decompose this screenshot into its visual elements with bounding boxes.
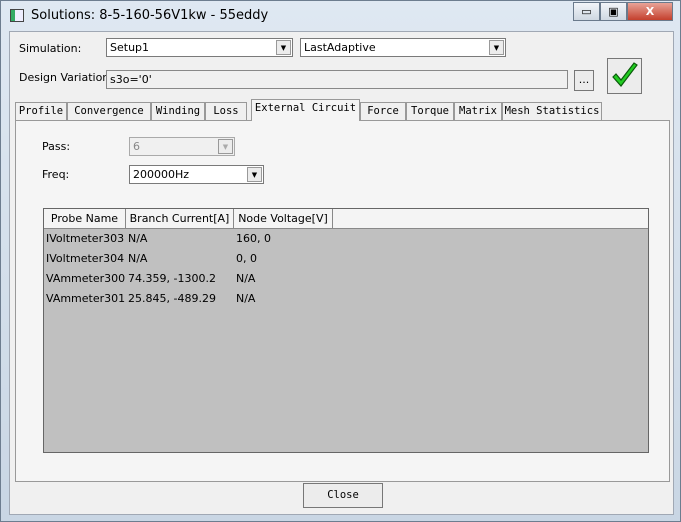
branch-current-cell[interactable]: N/A	[128, 252, 147, 265]
chevron-down-icon: ▼	[247, 167, 262, 182]
tab-matrix[interactable]: Matrix	[454, 102, 502, 120]
branch-current-cell[interactable]: N/A	[128, 232, 147, 245]
node-voltage-cell[interactable]: N/A	[236, 272, 255, 285]
simulation-label: Simulation:	[19, 42, 82, 55]
probe-name-cell[interactable]: IVoltmeter303	[46, 232, 124, 245]
apply-button[interactable]	[607, 58, 642, 94]
node-voltage-cell[interactable]: 0, 0	[236, 252, 257, 265]
close-window-button[interactable]: X	[627, 2, 673, 21]
checkmark-icon	[612, 62, 638, 87]
solution-select[interactable]: LastAdaptive ▼	[300, 38, 506, 57]
probe-name-cell[interactable]: VAmmeter300	[46, 272, 125, 285]
column-header-node-voltage[interactable]: Node Voltage[V]	[234, 209, 333, 229]
minimize-button[interactable]: ▭	[573, 2, 600, 21]
tab-profile[interactable]: Profile	[15, 102, 67, 120]
tab-mesh-statistics[interactable]: Mesh Statistics	[502, 102, 602, 120]
window-title: Solutions: 8-5-160-56V1kw - 55eddy	[31, 8, 269, 23]
freq-value: 200000Hz	[133, 168, 190, 181]
column-header-probe-name[interactable]: Probe Name	[44, 209, 126, 229]
chevron-down-icon: ▼	[489, 40, 504, 55]
tab-external-circuit[interactable]: External Circuit	[251, 99, 360, 121]
setup-select[interactable]: Setup1 ▼	[106, 38, 293, 57]
pass-select: 6 ▼	[129, 137, 235, 156]
pass-value: 6	[133, 140, 140, 153]
probe-name-cell[interactable]: VAmmeter301	[46, 292, 125, 305]
chevron-down-icon: ▼	[218, 139, 233, 154]
branch-current-cell[interactable]: 25.845, -489.29	[128, 292, 216, 305]
solutions-window: Solutions: 8-5-160-56V1kw - 55eddy ▭ ▣ X…	[0, 0, 681, 522]
close-button[interactable]: Close	[303, 483, 383, 508]
solution-value: LastAdaptive	[304, 41, 376, 54]
tab-torque[interactable]: Torque	[406, 102, 454, 120]
column-header-branch-current[interactable]: Branch Current[A]	[126, 209, 234, 229]
setup-value: Setup1	[110, 41, 150, 54]
dialog-body: Simulation: Setup1 ▼ LastAdaptive ▼ Design…	[9, 31, 674, 515]
tab-winding[interactable]: Winding	[151, 102, 205, 120]
node-voltage-cell[interactable]: N/A	[236, 292, 255, 305]
design-variation-field[interactable]: s3o='0'	[106, 70, 568, 89]
column-header-empty	[333, 209, 648, 229]
branch-current-cell[interactable]: 74.359, -1300.2	[128, 272, 216, 285]
probe-name-cell[interactable]: IVoltmeter304	[46, 252, 124, 265]
design-variation-label: Design Variation:	[19, 71, 113, 84]
tab-loss[interactable]: Loss	[205, 102, 247, 120]
app-icon	[10, 9, 24, 22]
tab-force[interactable]: Force	[360, 102, 406, 120]
freq-select[interactable]: 200000Hz ▼	[129, 165, 264, 184]
maximize-button[interactable]: ▣	[600, 2, 627, 21]
chevron-down-icon: ▼	[276, 40, 291, 55]
title-bar[interactable]: Solutions: 8-5-160-56V1kw - 55eddy ▭ ▣ X	[1, 1, 680, 31]
pass-label: Pass:	[42, 140, 71, 153]
browse-variation-button[interactable]: ...	[574, 70, 594, 91]
freq-label: Freq:	[42, 168, 70, 181]
tab-convergence[interactable]: Convergence	[67, 102, 151, 120]
node-voltage-cell[interactable]: 160, 0	[236, 232, 271, 245]
probe-results-table: Probe Name Branch Current[A] Node Voltag…	[43, 208, 649, 453]
